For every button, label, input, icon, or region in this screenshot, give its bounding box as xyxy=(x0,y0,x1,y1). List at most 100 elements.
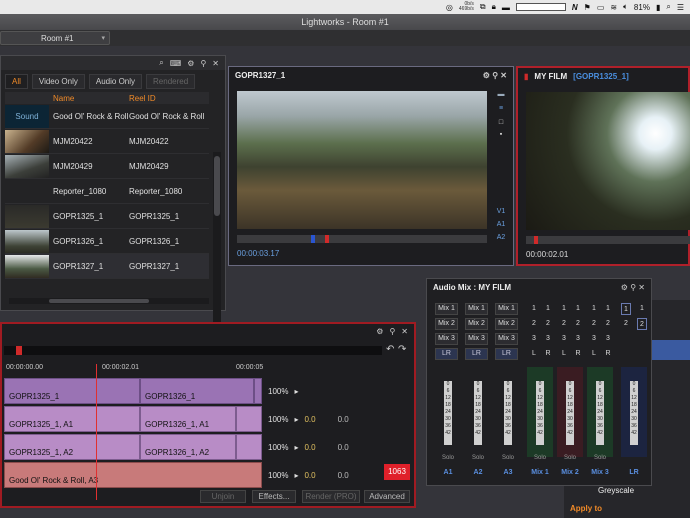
keyboard-icon[interactable]: ⌨︎ xyxy=(170,59,182,68)
timeline-clip[interactable]: GOPR1325_1 xyxy=(4,378,140,404)
close-icon[interactable]: ✕ xyxy=(401,327,408,336)
route-mix2-a2[interactable]: Mix 2 xyxy=(465,318,488,330)
fader-a1[interactable]: 0 6 12 18 24 30 36 42 xyxy=(444,381,452,445)
fader-mix1[interactable]: 0 6 12 18 24 30 36 42 xyxy=(536,381,544,445)
menu-icon[interactable]: ☰ xyxy=(677,3,684,12)
fader-mix2[interactable]: 0 6 12 18 24 30 36 42 xyxy=(566,381,574,445)
column-name[interactable]: Name xyxy=(53,94,129,103)
search-icon[interactable]: ⌕ xyxy=(159,58,163,68)
route-mix3-a3[interactable]: Mix 3 xyxy=(495,333,518,345)
folder-icon[interactable]: ▬ xyxy=(495,91,507,98)
track-v1[interactable]: V1 xyxy=(495,208,507,215)
video-frame[interactable] xyxy=(526,92,690,230)
unjoin-button[interactable]: Unjoin xyxy=(200,490,246,503)
fader-lr[interactable]: 0 6 12 18 24 30 36 42 xyxy=(630,381,638,445)
route-mix1-a2[interactable]: Mix 1 xyxy=(465,303,488,315)
bus-route[interactable]: 3 xyxy=(603,333,613,345)
timeline-track-v1[interactable]: GOPR1325_1 GOPR1326_1 xyxy=(4,378,262,404)
bus-route[interactable]: R xyxy=(603,348,613,360)
status-indicator-icon[interactable]: ▬ xyxy=(502,3,510,12)
bus-route[interactable]: 3 xyxy=(559,333,569,345)
timeline-track-a2[interactable]: GOPR1325_1, A2 GOPR1326_1, A2 xyxy=(4,434,262,460)
solo-button[interactable]: Solo xyxy=(528,455,552,461)
chevron-right-icon[interactable]: ▸ xyxy=(294,443,298,452)
bus-route[interactable]: 2 xyxy=(529,318,539,330)
playhead-marker[interactable] xyxy=(325,235,329,243)
timeline-clip[interactable]: GOPR1325_1, A1 xyxy=(4,406,140,432)
lock-icon[interactable]: 🔒︎ xyxy=(492,2,496,12)
bin-row[interactable]: Sound Good Ol' Rock & Roll Good Ol' Rock… xyxy=(5,104,209,129)
flag-icon[interactable]: ⚑ xyxy=(584,3,591,12)
bus-route[interactable]: 1 xyxy=(543,303,553,315)
monitor-icon[interactable]: □ xyxy=(495,119,507,126)
tab-audio-only[interactable]: Audio Only xyxy=(88,73,143,89)
bin-row[interactable]: MJM20422 MJM20422 xyxy=(5,129,209,154)
timecode-ruler[interactable]: 00:00:00.00 00:00:02.01 00:00:05 xyxy=(4,364,414,374)
lr-route[interactable]: 1 xyxy=(637,303,647,315)
chevron-right-icon[interactable]: ▸ xyxy=(294,471,298,480)
redo-icon[interactable]: ↷ xyxy=(398,344,406,355)
bus-route[interactable]: 2 xyxy=(559,318,569,330)
timeline-clip[interactable]: Good Ol' Rock & Roll, A3 xyxy=(4,462,262,488)
bin-row[interactable]: GOPR1325_1 GOPR1325_1 xyxy=(5,204,209,229)
solo-button[interactable]: Solo xyxy=(496,455,520,461)
bus-route[interactable]: L xyxy=(559,348,569,360)
playhead-marker[interactable] xyxy=(16,346,22,355)
search-icon[interactable]: ⌕ xyxy=(666,2,670,12)
effects-button[interactable]: Effects... xyxy=(252,490,296,503)
lr-route[interactable]: 2 xyxy=(621,318,631,330)
close-icon[interactable]: ✕ xyxy=(212,59,219,68)
track-gain[interactable]: 0.0 xyxy=(338,415,349,424)
solo-button[interactable]: Solo xyxy=(466,455,490,461)
bus-route[interactable]: 2 xyxy=(589,318,599,330)
apply-to-label[interactable]: Apply to xyxy=(570,504,602,513)
volume-icon[interactable]: 🔈︎ xyxy=(623,2,628,12)
track-gain[interactable]: 0.0 xyxy=(338,471,349,480)
bus-route[interactable]: 1 xyxy=(559,303,569,315)
bus-route[interactable]: R xyxy=(543,348,553,360)
track-level[interactable]: 100% xyxy=(268,471,288,480)
bus-route[interactable]: R xyxy=(573,348,583,360)
bus-route[interactable]: 1 xyxy=(603,303,613,315)
track-pan[interactable]: 0.0 xyxy=(304,471,315,480)
render-button[interactable]: Render (PRO) xyxy=(302,490,360,503)
track-level[interactable]: 100% xyxy=(268,387,288,396)
lr-route[interactable]: 2 xyxy=(637,318,647,330)
timeline-clip[interactable] xyxy=(254,378,262,404)
route-mix2-a3[interactable]: Mix 2 xyxy=(495,318,518,330)
fader-a3[interactable]: 0 6 12 18 24 30 36 42 xyxy=(504,381,512,445)
creative-cloud-icon[interactable]: ◎ xyxy=(446,3,453,12)
tab-video-only[interactable]: Video Only xyxy=(31,73,85,89)
video-frame[interactable] xyxy=(237,91,487,229)
bin-row[interactable]: MJM20429 MJM20429 xyxy=(5,154,209,179)
dropbox-icon[interactable]: ⧉ xyxy=(480,2,486,12)
route-mix3-a2[interactable]: Mix 3 xyxy=(465,333,488,345)
settings-icon[interactable]: ⚙︎ xyxy=(376,327,383,336)
timeline-clip[interactable]: GOPR1326_1, A1 xyxy=(140,406,236,432)
bus-route[interactable]: 3 xyxy=(573,333,583,345)
timeline-track-a3[interactable]: Good Ol' Rock & Roll, A3 xyxy=(4,462,262,488)
bus-route[interactable]: 3 xyxy=(529,333,539,345)
timeline-playhead[interactable] xyxy=(96,364,97,500)
chevron-right-icon[interactable]: ▸ xyxy=(294,415,298,424)
timeline-overview-bar[interactable] xyxy=(4,346,382,355)
fader-a2[interactable]: 0 6 12 18 24 30 36 42 xyxy=(474,381,482,445)
pin-icon[interactable]: ⚲ xyxy=(492,71,498,80)
timeline-clip[interactable]: GOPR1325_1, A2 xyxy=(4,434,140,460)
bus-route[interactable]: 1 xyxy=(589,303,599,315)
bin-row[interactable]: GOPR1326_1 GOPR1326_1 xyxy=(5,229,209,254)
tab-all[interactable]: All xyxy=(5,73,28,89)
tab-rendered[interactable]: Rendered xyxy=(146,73,196,89)
route-lr-a3[interactable]: LR xyxy=(495,348,518,360)
timeline-clip[interactable] xyxy=(236,406,262,432)
bin-horizontal-scrollbar[interactable] xyxy=(9,298,209,304)
undo-icon[interactable]: ↶ xyxy=(386,344,394,355)
viewer-scrub-bar[interactable] xyxy=(526,236,690,244)
n-status-icon[interactable]: N xyxy=(572,3,578,12)
track-gain[interactable]: 0.0 xyxy=(338,443,349,452)
bus-route[interactable]: L xyxy=(529,348,539,360)
bus-route[interactable]: 2 xyxy=(543,318,553,330)
bus-route[interactable]: L xyxy=(589,348,599,360)
bus-route[interactable]: 1 xyxy=(529,303,539,315)
track-pan[interactable]: 0.0 xyxy=(304,443,315,452)
